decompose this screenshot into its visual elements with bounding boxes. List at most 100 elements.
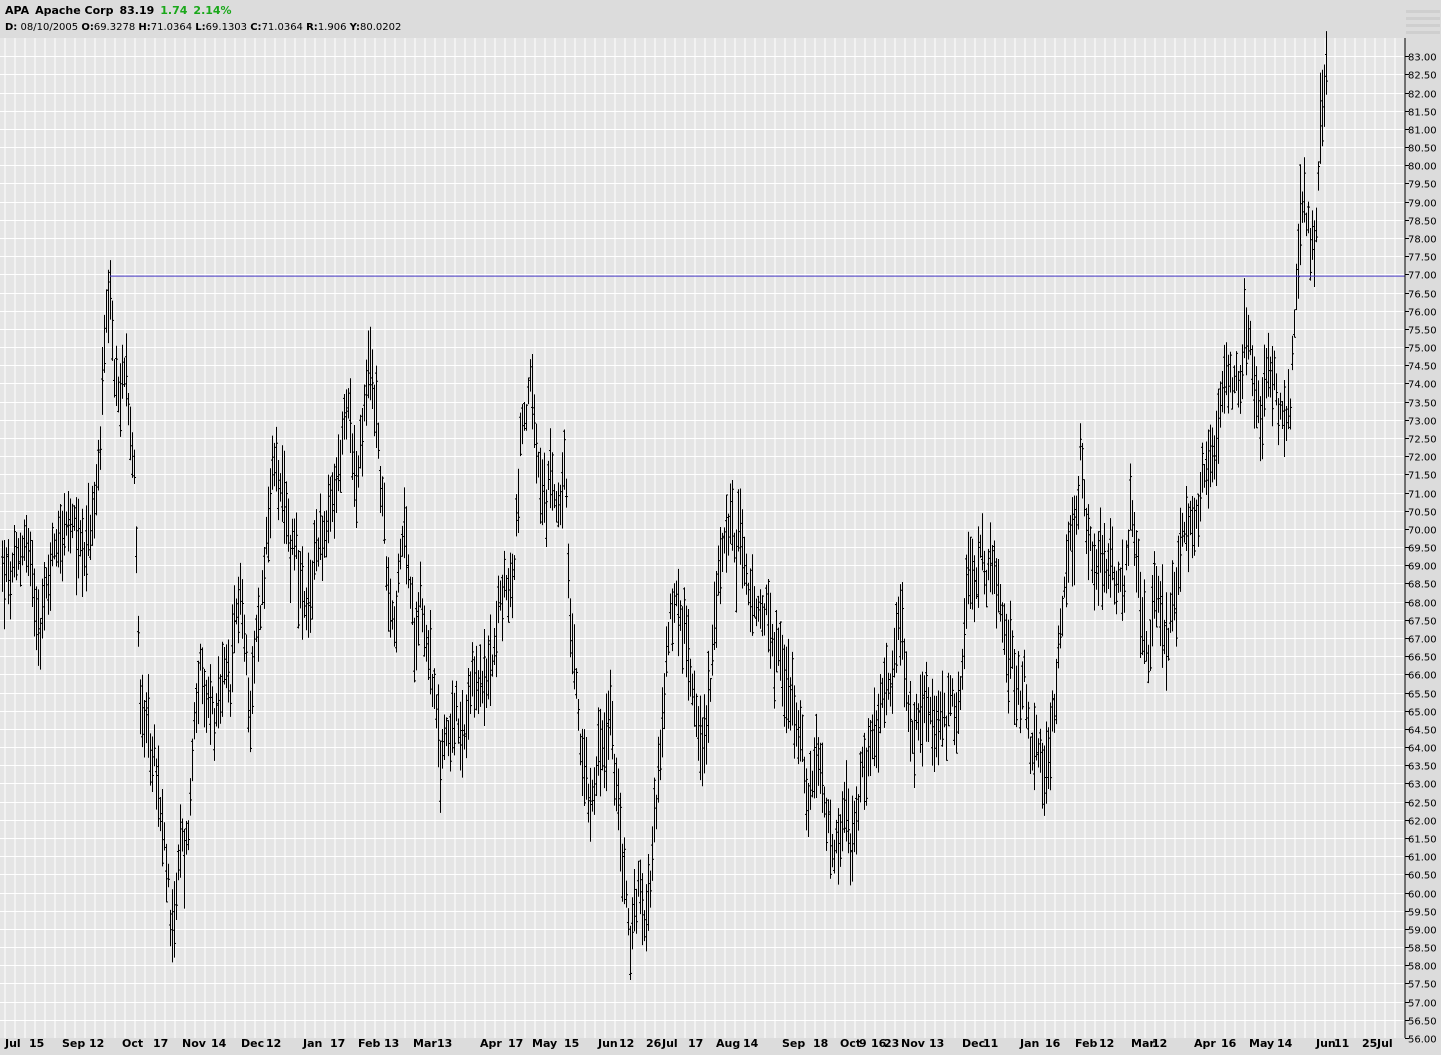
x-tick-label: 11: [1334, 1037, 1349, 1050]
y-tick-label: 73.50: [1408, 399, 1437, 410]
x-tick-label: 17: [688, 1037, 703, 1050]
x-tick-label: 12: [619, 1037, 634, 1050]
x-tick-label: 16: [1221, 1037, 1237, 1050]
y-tick-label: 77.50: [1408, 253, 1437, 264]
x-tick-label: Aug: [716, 1037, 740, 1050]
y-tick-label: 81.50: [1408, 108, 1437, 119]
y-tick-label: 83.00: [1408, 53, 1437, 64]
x-tick-label: Feb: [358, 1037, 381, 1050]
x-tick-label: Jun: [597, 1037, 618, 1050]
y-tick-label: 80.50: [1408, 144, 1437, 155]
x-tick-label: Jun: [1315, 1037, 1336, 1050]
y-tick-label: 71.00: [1408, 490, 1437, 501]
y-tick-label: 78.50: [1408, 217, 1437, 228]
x-tick-label: Oct: [840, 1037, 861, 1050]
x-tick-label: 26: [646, 1037, 662, 1050]
x-tick-label: 12: [266, 1037, 281, 1050]
y-tick-label: 69.00: [1408, 562, 1437, 573]
y-tick-label: 64.00: [1408, 744, 1437, 755]
x-tick-label: 18: [813, 1037, 828, 1050]
x-tick-label: 25: [1362, 1037, 1377, 1050]
y-tick-label: 66.50: [1408, 653, 1437, 664]
y-tick-label: 56.00: [1408, 1035, 1437, 1046]
y-tick-label: 60.50: [1408, 871, 1437, 882]
y-tick-label: 70.50: [1408, 508, 1437, 519]
x-tick-label: 23: [884, 1037, 899, 1050]
y-tick-label: 68.00: [1408, 599, 1437, 610]
x-tick-label: 14: [743, 1037, 759, 1050]
y-tick-label: 66.00: [1408, 671, 1437, 682]
x-tick-label: 12: [1152, 1037, 1167, 1050]
x-tick-label: 17: [153, 1037, 168, 1050]
y-tick-label: 61.00: [1408, 853, 1437, 864]
y-tick-label: 79.00: [1408, 199, 1437, 210]
y-tick-label: 68.50: [1408, 580, 1437, 591]
x-tick-label: 13: [384, 1037, 399, 1050]
y-tick-label: 56.50: [1408, 1017, 1437, 1028]
y-tick-label: 65.00: [1408, 708, 1437, 719]
x-tick-label: 15: [564, 1037, 579, 1050]
price-chart[interactable]: 56.00 56.50 57.00 57.50 58.00 58.50 59.00 59.50…: [0, 0, 1441, 1055]
y-tick-label: 72.00: [1408, 453, 1437, 464]
y-tick-label: 78.00: [1408, 235, 1437, 246]
x-tick-label: Feb: [1075, 1037, 1098, 1050]
y-tick-label: 57.00: [1408, 999, 1437, 1010]
x-tick-label: May: [1249, 1037, 1274, 1050]
y-tick-label: 57.50: [1408, 980, 1437, 991]
y-tick-label: 59.50: [1408, 908, 1437, 919]
x-tick-label: 16: [1045, 1037, 1061, 1050]
x-tick-label: 13: [437, 1037, 452, 1050]
y-tick-label: 69.50: [1408, 544, 1437, 555]
x-tick-label: Jul: [4, 1037, 21, 1050]
x-tick-label: 14: [1277, 1037, 1293, 1050]
y-tick-label: 60.00: [1408, 890, 1437, 901]
x-tick-label: 17: [508, 1037, 523, 1050]
y-tick-label: 80.00: [1408, 162, 1437, 173]
y-tick-label: 62.00: [1408, 817, 1437, 828]
y-tick-label: 58.50: [1408, 944, 1437, 955]
y-tick-label: 58.00: [1408, 962, 1437, 973]
y-tick-label: 61.50: [1408, 835, 1437, 846]
x-tick-label: 9: [859, 1037, 867, 1050]
y-tick-label: 76.00: [1408, 308, 1437, 319]
x-tick-label: 17: [330, 1037, 345, 1050]
x-tick-label: Nov: [182, 1037, 207, 1050]
x-tick-label: Jul: [1376, 1037, 1393, 1050]
x-tick-label: Sep: [782, 1037, 805, 1050]
x-tick-label: Mar: [413, 1037, 437, 1050]
y-tick-label: 74.50: [1408, 362, 1437, 373]
y-tick-label: 76.50: [1408, 290, 1437, 301]
y-tick-label: 63.00: [1408, 780, 1437, 791]
y-tick-label: 74.00: [1408, 380, 1437, 391]
y-tick-label: 82.50: [1408, 71, 1437, 82]
x-tick-label: Oct: [122, 1037, 143, 1050]
x-tick-label: May: [532, 1037, 557, 1050]
y-tick-label: 59.00: [1408, 926, 1437, 937]
x-tick-label: 15: [29, 1037, 44, 1050]
y-tick-label: 65.50: [1408, 690, 1437, 701]
y-tick-label: 64.50: [1408, 726, 1437, 737]
y-tick-label: 79.50: [1408, 180, 1437, 191]
x-tick-label: Dec: [241, 1037, 264, 1050]
x-tick-label: 13: [929, 1037, 944, 1050]
y-tick-label: 63.50: [1408, 762, 1437, 773]
y-tick-label: 75.00: [1408, 344, 1437, 355]
x-tick-label: Jul: [661, 1037, 678, 1050]
y-tick-label: 67.50: [1408, 617, 1437, 628]
x-tick-label: Nov: [901, 1037, 926, 1050]
x-tick-label: 12: [1099, 1037, 1114, 1050]
x-tick-label: 14: [211, 1037, 227, 1050]
y-axis-ticks: 56.00 56.50 57.00 57.50 58.00 58.50 59.00 59.50…: [1405, 53, 1437, 1046]
y-tick-label: 72.50: [1408, 435, 1437, 446]
x-tick-label: 12: [89, 1037, 104, 1050]
x-tick-label: Sep: [62, 1037, 85, 1050]
y-tick-label: 71.50: [1408, 471, 1437, 482]
y-tick-label: 62.50: [1408, 799, 1437, 810]
y-tick-label: 82.00: [1408, 90, 1437, 101]
y-tick-label: 73.00: [1408, 417, 1437, 428]
x-tick-label: Apr: [480, 1037, 502, 1050]
x-tick-label: 11: [983, 1037, 998, 1050]
x-tick-label: Apr: [1194, 1037, 1216, 1050]
y-tick-label: 75.50: [1408, 326, 1437, 337]
y-tick-label: 70.00: [1408, 526, 1437, 537]
